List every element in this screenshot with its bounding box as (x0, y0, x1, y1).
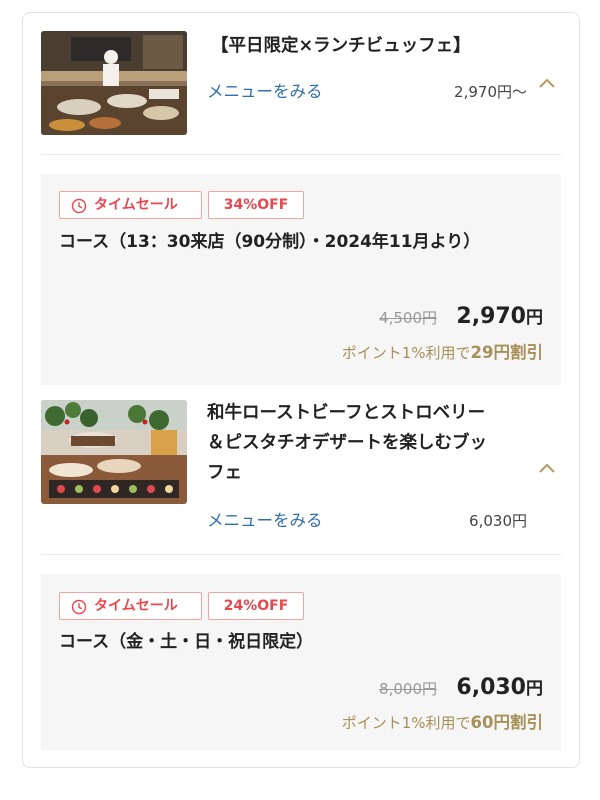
course-2-title: コース（金・土・日・祝日限定） (59, 632, 314, 652)
time-sale-badge: タイムセール (59, 191, 202, 219)
plan-1-price: 2,970円〜 (454, 83, 527, 101)
course-1-original-price: 4,500円 (379, 309, 437, 327)
course-1-point-amount: 29円割引 (470, 343, 543, 362)
course-2-sale-price: 6,030円 (456, 674, 543, 703)
plan-2-title-line-3: フェ (207, 463, 242, 483)
plan-1-menu-link[interactable]: メニューをみる (207, 81, 323, 103)
time-sale-label: タイムセール (94, 197, 178, 213)
time-sale-badge: タイムセール (59, 592, 202, 620)
plan-2-title-line-2: ＆ピスタチオデザートを楽しむブッ (207, 433, 487, 453)
plan-1-divider (41, 154, 561, 155)
plan-1-title: 【平日限定×ランチビュッフェ】 (211, 36, 471, 56)
plan-2-title-line-1: 和牛ローストビーフとストロベリー (207, 403, 486, 423)
plan-1-photo[interactable] (41, 31, 187, 135)
course-1-sale-price: 2,970円 (456, 303, 543, 332)
plan-2-chevron-up-icon[interactable] (536, 460, 558, 476)
discount-badge: 34%OFF (208, 191, 304, 219)
course-1-sale-price-unit: 円 (526, 308, 543, 328)
course-1-point-discount: ポイント1%利用で29円割引 (342, 342, 543, 364)
clock-icon (71, 599, 87, 615)
course-2-point-prefix: ポイント1%利用で (341, 714, 471, 732)
plan-2-divider (41, 554, 561, 555)
buffet-kitchen-photo-icon (41, 31, 187, 135)
plan-1-course-card[interactable]: タイムセール 34%OFF コース（13：30来店（90分制）・2024年11月… (41, 174, 561, 385)
dessert-buffet-photo-icon (41, 400, 187, 504)
course-2-sale-price-unit: 円 (526, 679, 543, 699)
time-sale-label: タイムセール (94, 598, 178, 614)
plan-2-menu-link[interactable]: メニューをみる (207, 510, 323, 532)
course-1-point-prefix: ポイント1%利用で (341, 344, 471, 362)
discount-badge: 24%OFF (208, 592, 304, 620)
plan-2-course-card[interactable]: タイムセール 24%OFF コース（金・土・日・祝日限定） 8,000円 6,0… (41, 574, 561, 750)
plan-2-price: 6,030円 (469, 512, 527, 530)
course-2-point-discount: ポイント1%利用で60円割引 (342, 712, 543, 734)
plan-2-photo[interactable] (41, 400, 187, 504)
plan-2-title: 和牛ローストビーフとストロベリー ＆ピスタチオデザートを楽しむブッ フェ (207, 398, 547, 488)
plan-list-card: 【平日限定×ランチビュッフェ】 メニューをみる 2,970円〜 タイムセール 3… (22, 12, 580, 768)
clock-icon (71, 198, 87, 214)
course-2-point-amount: 60円割引 (470, 713, 543, 732)
course-2-original-price: 8,000円 (379, 680, 437, 698)
plan-1-chevron-up-icon[interactable] (536, 75, 558, 91)
course-1-title: コース（13：30来店（90分制）・2024年11月より） (59, 232, 481, 252)
course-2-sale-price-number: 6,030 (456, 675, 526, 700)
course-1-sale-price-number: 2,970 (456, 304, 526, 329)
